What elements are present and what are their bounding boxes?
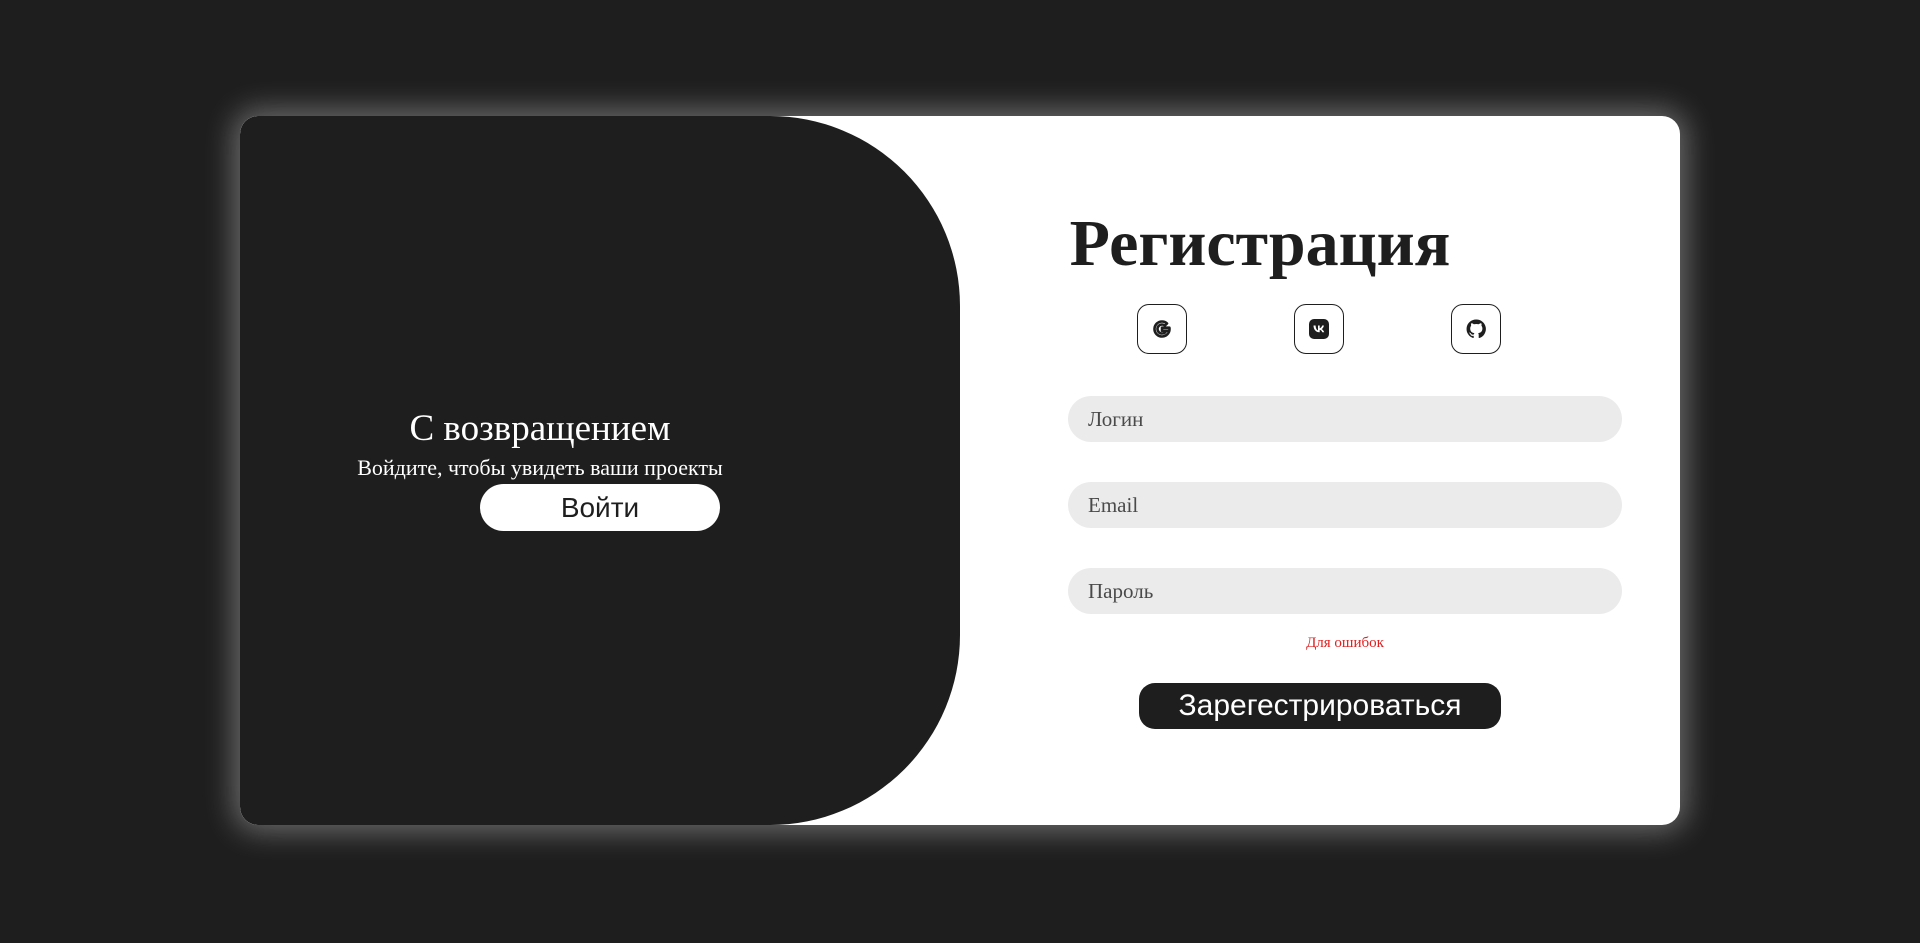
email-input[interactable]: [1068, 482, 1622, 528]
welcome-panel: С возвращением Войдите, чтобы увидеть ва…: [240, 116, 960, 825]
register-button[interactable]: Зарегестрироваться: [1139, 683, 1501, 729]
github-icon: [1466, 319, 1486, 339]
login-input[interactable]: [1068, 396, 1622, 442]
welcome-subtitle: Войдите, чтобы увидеть ваши проекты: [357, 455, 723, 480]
github-login-button[interactable]: [1451, 304, 1501, 354]
register-title: Регистрация: [1069, 207, 1451, 280]
password-input[interactable]: [1068, 568, 1622, 614]
google-icon: [1153, 320, 1171, 338]
vk-icon: [1309, 319, 1329, 339]
vk-login-button[interactable]: [1294, 304, 1344, 354]
login-button[interactable]: Войти: [480, 484, 720, 531]
welcome-title: С возвращением: [409, 408, 671, 449]
error-message: Для ошибок: [1306, 635, 1384, 651]
google-login-button[interactable]: [1137, 304, 1187, 354]
